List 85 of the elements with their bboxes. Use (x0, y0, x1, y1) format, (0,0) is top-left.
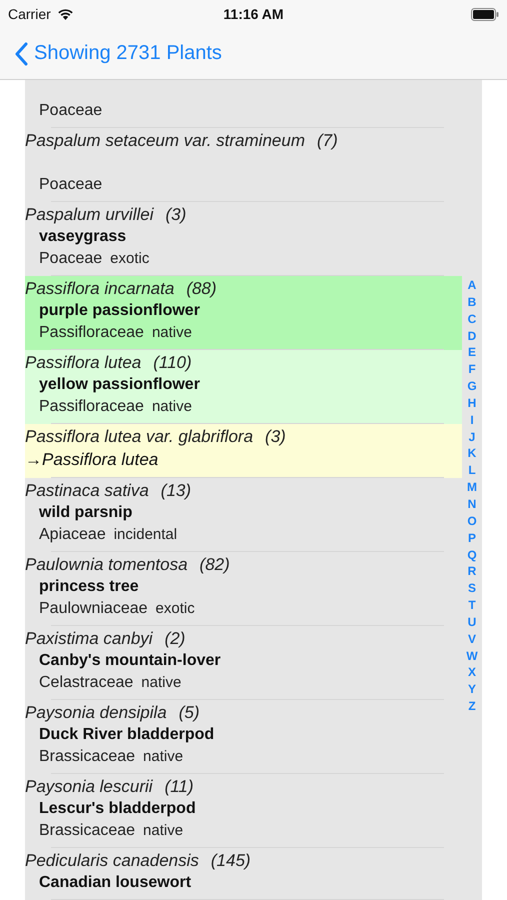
plant-row[interactable]: Passiflora lutea (110) yellow passionflower Passifloraceae native (25, 350, 462, 424)
origin-status: native (152, 397, 192, 417)
record-count: (3) (166, 204, 186, 226)
family-name: Brassicaceae (39, 747, 136, 767)
index-letter[interactable]: U (468, 614, 476, 631)
index-letter[interactable]: H (468, 394, 476, 412)
common-name: vaseygrass (39, 227, 126, 247)
scientific-name: Pastinaca sativa (25, 480, 149, 502)
scientific-name: Passiflora lutea var. glabriflora (25, 426, 254, 448)
index-letter[interactable]: R (468, 563, 476, 580)
index-letter[interactable]: E (468, 344, 476, 362)
index-letter[interactable]: P (468, 530, 476, 546)
record-count: (82) (200, 554, 230, 576)
index-letter[interactable]: I (470, 412, 474, 429)
scientific-name: Pedicularis canadensis (25, 850, 199, 872)
scientific-name: Passiflora lutea (25, 352, 142, 374)
chevron-left-icon (14, 42, 28, 66)
back-button[interactable]: Showing 2731 Plants (14, 42, 222, 66)
scientific-name: Paysonia densipila (25, 702, 167, 724)
common-name: wild parsnip (39, 503, 132, 523)
index-letter[interactable]: M (467, 479, 477, 496)
scientific-name: Paysonia lescurii (25, 776, 153, 798)
index-letter[interactable]: S (468, 580, 476, 598)
record-count: (88) (186, 278, 217, 300)
origin-status: incidental (114, 525, 178, 545)
family-name: Passifloraceae (39, 397, 144, 417)
index-letter[interactable]: W (466, 648, 478, 664)
index-letter[interactable]: Z (468, 698, 476, 715)
record-count: (2) (164, 628, 186, 650)
index-letter[interactable]: X (468, 664, 476, 682)
origin-status: native (152, 323, 192, 343)
record-count: (3) (265, 426, 286, 448)
record-count: (13) (160, 480, 192, 502)
plant-row[interactable]: Passiflora lutea var. glabriflora (3) →Passiflora lutea (25, 424, 462, 478)
index-letter[interactable]: L (468, 462, 476, 480)
scientific-name: Paulownia tomentosa (25, 554, 188, 576)
record-count: (11) (164, 776, 194, 798)
index-letter[interactable]: C (468, 310, 476, 328)
family-name: Paulowniaceae (39, 599, 148, 619)
wifi-icon (56, 8, 74, 20)
index-letter[interactable]: O (467, 512, 477, 530)
index-letter[interactable]: N (468, 496, 476, 513)
family-name: Passifloraceae (39, 323, 144, 343)
index-letter[interactable]: Y (468, 681, 476, 698)
scientific-name: Paxistima canbyi (25, 628, 153, 650)
family-name: Poaceae (39, 101, 102, 121)
index-letter[interactable]: F (468, 361, 476, 378)
origin-status: native (143, 821, 184, 841)
carrier-label: Carrier (8, 6, 51, 22)
index-letter[interactable]: T (468, 597, 476, 614)
index-letter[interactable]: G (467, 378, 477, 395)
plant-row[interactable]: Passiflora incarnata (88) purple passionflower Passifloraceae native (25, 276, 462, 350)
family-name: Celastraceae (39, 673, 134, 693)
battery-icon (471, 8, 499, 20)
index-letter[interactable]: D (468, 328, 476, 344)
common-name: Duck River bladderpod (39, 725, 214, 745)
origin-status: native (141, 673, 182, 693)
index-letter[interactable]: Q (467, 546, 477, 564)
index-letter[interactable]: V (468, 630, 476, 648)
scientific-name: Passiflora incarnata (25, 278, 174, 300)
family-name: Brassicaceae (39, 821, 136, 841)
common-name: yellow passionflower (39, 375, 200, 395)
scientific-name: Paspalum setaceum var. stramineum (25, 130, 305, 152)
common-name: Lescur's bladderpod (39, 799, 196, 819)
common-name: Canby's mountain-lover (39, 651, 221, 671)
record-count: (110) (153, 352, 192, 374)
scientific-name: Paspalum urvillei (25, 204, 154, 226)
synonym-link[interactable]: →Passiflora lutea (25, 448, 158, 472)
family-name: Poaceae (39, 249, 102, 269)
index-letter[interactable]: J (468, 428, 476, 446)
record-count: (5) (178, 702, 200, 724)
family-name: Apiaceae (39, 525, 106, 545)
common-name: Canadian lousewort (39, 873, 192, 893)
status-time: 11:16 AM (223, 6, 284, 22)
origin-status: exotic (110, 249, 150, 269)
common-name: princess tree (39, 577, 139, 597)
record-count: (145) (210, 850, 251, 872)
index-letter[interactable]: B (468, 294, 476, 311)
index-letter[interactable]: A (468, 277, 476, 294)
index-letter[interactable]: K (468, 445, 476, 462)
common-name: purple passionflower (39, 301, 200, 321)
origin-status: native (143, 747, 184, 767)
origin-status: exotic (156, 599, 195, 619)
family-name: Poaceae (39, 175, 102, 195)
record-count: (7) (316, 130, 338, 152)
